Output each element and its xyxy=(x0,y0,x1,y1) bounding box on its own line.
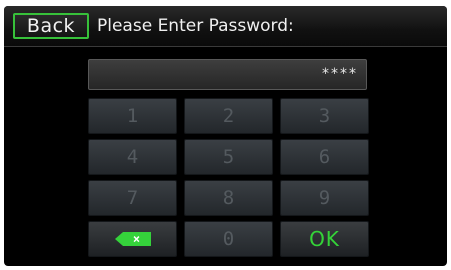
key-6[interactable]: 6 xyxy=(280,139,369,175)
password-screen: Back Please Enter Password: **** 1 2 3 4… xyxy=(4,6,447,266)
back-button[interactable]: Back xyxy=(13,13,89,39)
key-8[interactable]: 8 xyxy=(184,180,273,216)
key-4[interactable]: 4 xyxy=(88,139,177,175)
header-bar: Back Please Enter Password: xyxy=(4,6,447,47)
delete-button[interactable]: × xyxy=(88,221,177,257)
numeric-keypad: 1 2 3 4 5 6 7 8 9 × 0 OK xyxy=(88,98,369,258)
key-0[interactable]: 0 xyxy=(184,221,273,257)
key-2[interactable]: 2 xyxy=(184,98,273,134)
ok-button[interactable]: OK xyxy=(280,221,369,257)
key-5[interactable]: 5 xyxy=(184,139,273,175)
password-field[interactable]: **** xyxy=(88,59,367,90)
key-9[interactable]: 9 xyxy=(280,180,369,216)
key-7[interactable]: 7 xyxy=(88,180,177,216)
key-3[interactable]: 3 xyxy=(280,98,369,134)
key-1[interactable]: 1 xyxy=(88,98,177,134)
page-title: Please Enter Password: xyxy=(97,16,294,36)
backspace-icon: × xyxy=(114,232,151,246)
